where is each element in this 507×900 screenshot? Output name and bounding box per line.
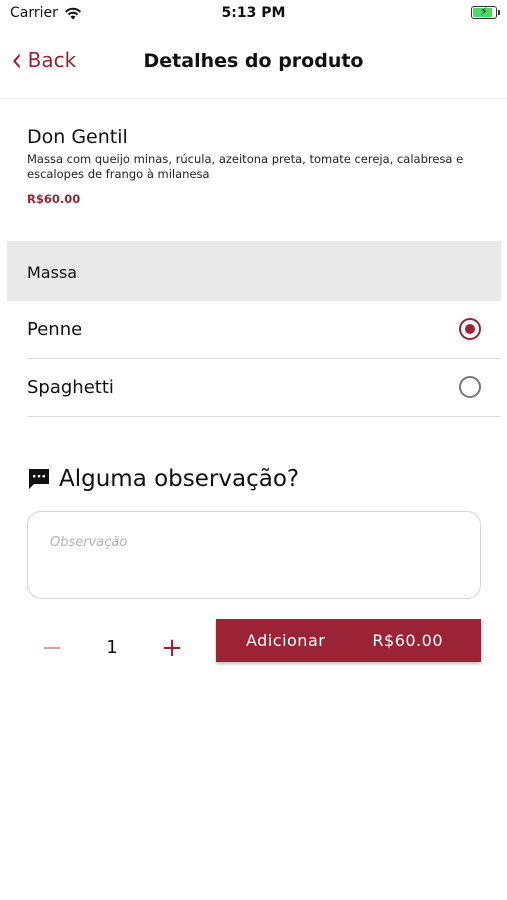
option-spaghetti[interactable]: Spaghetti <box>27 360 501 417</box>
radio-unselected-icon[interactable] <box>459 376 481 398</box>
quantity-value: 1 <box>106 637 118 658</box>
option-label: Penne <box>27 319 83 340</box>
page-title: Detalhes do produto <box>143 50 364 72</box>
product-price: R$60.00 <box>27 192 81 206</box>
increment-button[interactable]: + <box>158 630 186 666</box>
add-button-price: R$60.00 <box>372 631 443 650</box>
add-button-label: Adicionar <box>246 631 326 650</box>
decrement-button[interactable]: − <box>38 630 66 666</box>
observation-input[interactable] <box>48 534 452 551</box>
status-bar: Carrier 5:13 PM ⚡ <box>0 0 507 28</box>
section-title: Massa <box>27 263 78 282</box>
add-to-cart-button[interactable]: Adicionar R$60.00 <box>216 619 481 662</box>
product-description: Massa com queijo minas, rúcula, azeitona… <box>27 152 464 181</box>
product-info: Don Gentil Massa com queijo minas, rúcul… <box>27 126 487 206</box>
radio-selected-icon[interactable] <box>459 318 481 340</box>
observation-heading: Alguma observação? <box>27 466 299 492</box>
product-name: Don Gentil <box>27 126 128 148</box>
option-penne[interactable]: Penne <box>27 302 501 359</box>
navigation-bar: ‹ Back Detalhes do produto <box>0 28 507 99</box>
battery-icon: ⚡ <box>471 5 500 19</box>
section-header: Massa <box>7 241 501 301</box>
comment-icon <box>29 469 49 489</box>
clock: 5:13 PM <box>221 5 286 21</box>
observation-box[interactable] <box>27 511 481 599</box>
option-label: Spaghetti <box>27 377 114 398</box>
observation-title: Alguma observação? <box>59 466 300 492</box>
